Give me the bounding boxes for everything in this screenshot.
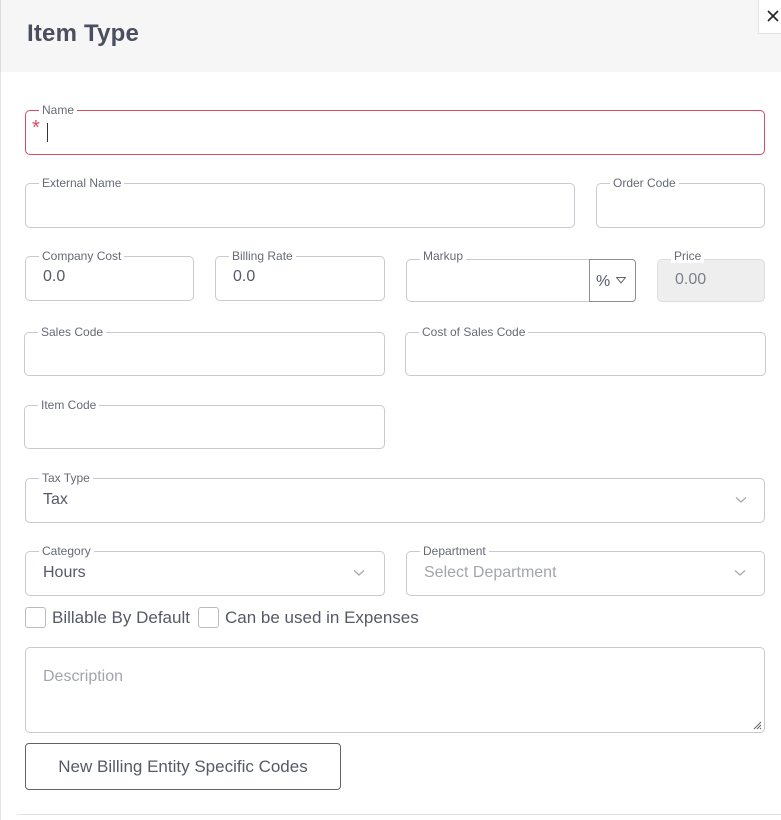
required-indicator: *: [32, 117, 40, 139]
tax-type-value: Tax: [43, 491, 68, 508]
close-icon: [767, 10, 779, 22]
caret-down-icon: [616, 277, 626, 284]
close-button[interactable]: [758, 0, 781, 34]
billable-by-default-checkbox[interactable]: [25, 607, 46, 628]
cost-of-sales-code-field[interactable]: Cost of Sales Code: [405, 325, 766, 376]
item-code-field[interactable]: Item Code: [24, 398, 385, 449]
order-code-field[interactable]: Order Code: [596, 176, 765, 228]
can-be-used-in-expenses-label: Can be used in Expenses: [225, 608, 419, 627]
footer-divider: [17, 814, 781, 815]
billing-rate-field[interactable]: Billing Rate 0.0: [215, 249, 385, 301]
sales-code-field[interactable]: Sales Code: [24, 325, 385, 376]
price-label: Price: [671, 249, 705, 263]
sales-code-label: Sales Code: [38, 325, 107, 339]
billable-by-default-label: Billable By Default: [52, 608, 190, 627]
cost-of-sales-code-label: Cost of Sales Code: [419, 325, 529, 339]
category-value: Hours: [43, 564, 86, 581]
dialog-header: Item Type: [0, 0, 781, 72]
tax-type-select[interactable]: Tax Type Tax: [25, 471, 765, 523]
company-cost-field[interactable]: Company Cost 0.0: [25, 249, 194, 301]
external-name-label: External Name: [39, 176, 125, 190]
new-billing-entity-codes-button[interactable]: New Billing Entity Specific Codes: [25, 743, 341, 790]
markup-unit-value: %: [596, 273, 611, 290]
name-label: Name: [39, 103, 78, 117]
company-cost-label: Company Cost: [39, 249, 125, 263]
order-code-label: Order Code: [610, 176, 679, 190]
category-select[interactable]: Category Hours: [25, 544, 385, 596]
markup-unit-select[interactable]: %: [589, 259, 636, 302]
billing-rate-label: Billing Rate: [229, 249, 296, 263]
external-name-field[interactable]: External Name: [25, 176, 575, 228]
chevron-down-icon: [735, 497, 747, 503]
billing-rate-value: 0.0: [233, 268, 256, 285]
description-placeholder: Description: [43, 668, 124, 685]
description-textarea[interactable]: Description: [25, 647, 765, 733]
category-label: Category: [39, 544, 94, 558]
chevron-down-icon: [734, 570, 746, 576]
price-value: 0.00: [675, 271, 707, 288]
markup-field[interactable]: Markup: [406, 249, 596, 302]
department-placeholder: Select Department: [424, 564, 557, 581]
dialog-title: Item Type: [27, 20, 140, 47]
tax-type-label: Tax Type: [39, 471, 93, 485]
department-label: Department: [420, 544, 489, 558]
company-cost-value: 0.0: [43, 268, 66, 285]
price-field: Price 0.00: [657, 249, 765, 302]
text-cursor: [47, 123, 48, 142]
item-code-label: Item Code: [38, 398, 100, 412]
department-select[interactable]: Department Select Department: [406, 544, 765, 596]
can-be-used-in-expenses-checkbox[interactable]: [198, 607, 219, 628]
name-field[interactable]: Name *: [25, 103, 765, 155]
resize-handle-icon[interactable]: [752, 720, 762, 730]
dialog-left-border: [0, 72, 1, 820]
chevron-down-icon: [353, 570, 365, 576]
markup-label: Markup: [420, 249, 467, 263]
